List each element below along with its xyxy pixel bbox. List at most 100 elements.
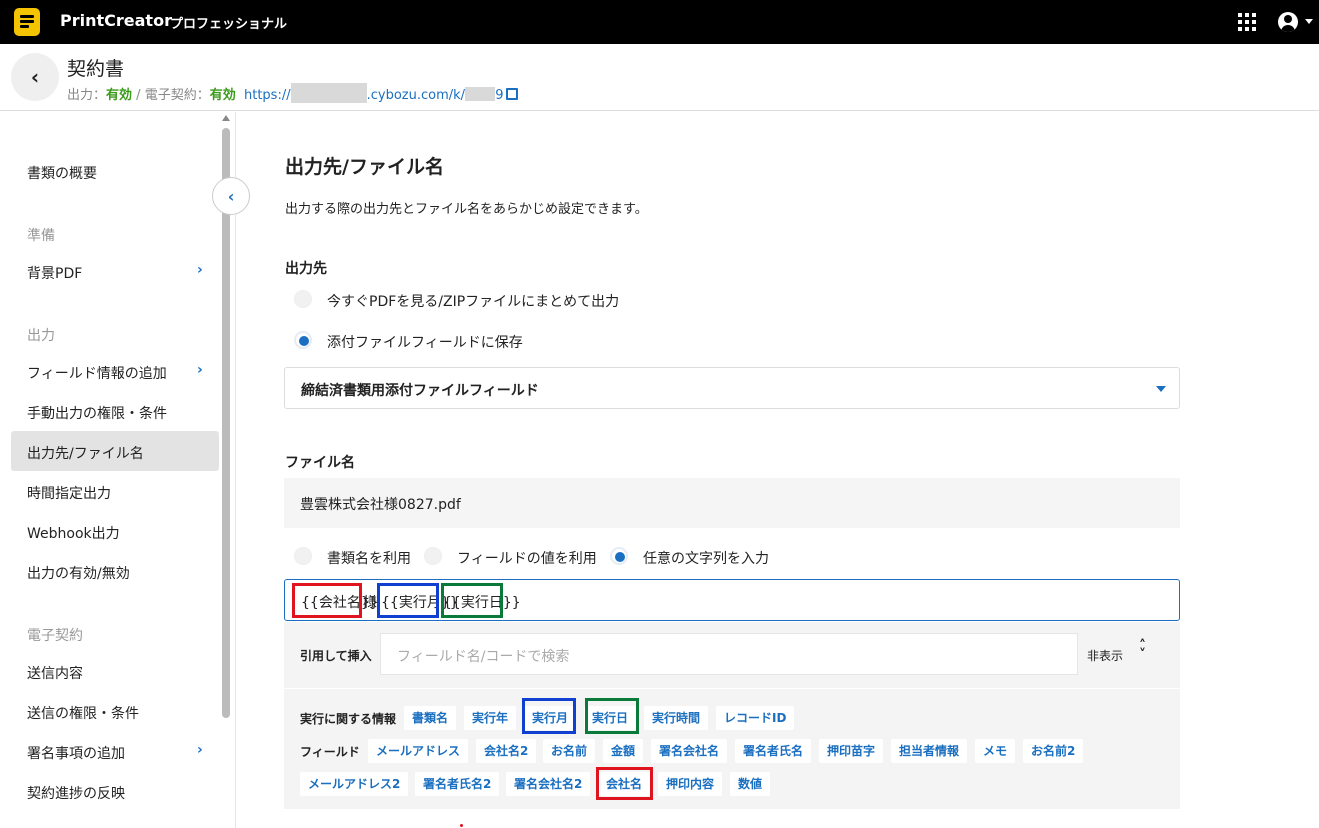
sidebar-item-manual-permission[interactable]: 手動出力の権限・条件 <box>27 403 167 423</box>
chip-exec-docname[interactable]: 書類名 <box>404 706 457 730</box>
collapse-sidebar-button[interactable]: ‹ <box>212 177 250 215</box>
chip-field-email[interactable]: メールアドレス <box>368 739 469 763</box>
radio-filename-custom[interactable] <box>610 547 628 565</box>
document-title: 契約書 <box>67 58 125 80</box>
highlight-box-red <box>596 767 653 800</box>
esign-status-value: 有効 <box>209 88 236 103</box>
sidebar-section-prep: 準備 <box>27 228 55 244</box>
url-prefix: https:// <box>243 88 291 103</box>
sidebar-item-send-content[interactable]: 送信内容 <box>27 663 83 683</box>
page-description: 出力する際の出力先とファイル名をあらかじめ設定できます。 <box>285 202 648 217</box>
printcreator-logo-icon <box>14 8 40 36</box>
highlight-box-blue <box>377 583 439 618</box>
chip-field-memo[interactable]: メモ <box>975 739 1016 763</box>
url-suffix: 9 <box>495 88 504 103</box>
filename-label: ファイル名 <box>285 455 355 471</box>
sidebar-item-send-permission[interactable]: 送信の権限・条件 <box>27 703 139 723</box>
sidebar-item-webhook[interactable]: Webhook出力 <box>27 523 120 543</box>
chip-field-signer-name[interactable]: 署名者氏名 <box>735 739 812 763</box>
template-text-sama: 様 <box>363 595 377 611</box>
chip-exec-time[interactable]: 実行時間 <box>644 706 709 730</box>
radio-filename-fieldvalue-label[interactable]: フィールドの値を利用 <box>457 548 597 568</box>
chip-field-name2[interactable]: お名前2 <box>1023 739 1084 763</box>
chevron-right-icon[interactable]: › <box>197 362 203 378</box>
chip-field-name[interactable]: お名前 <box>543 739 596 763</box>
scroll-up-arrow-icon[interactable] <box>222 115 230 121</box>
insert-label: 引用して挿入 <box>300 649 372 663</box>
sidebar-item-sign-add[interactable]: 署名事項の追加 <box>27 743 125 763</box>
destination-label: 出力先 <box>285 261 327 277</box>
chip-field-sign-company[interactable]: 署名会社名 <box>651 739 728 763</box>
insert-panel: 引用して挿入 フィールド名/コードで検索 非表示 ˄ ˅ <box>284 622 1180 688</box>
sidebar-item-field-add[interactable]: フィールド情報の追加 <box>27 363 167 383</box>
field-search-input[interactable]: フィールド名/コードで検索 <box>380 633 1078 675</box>
chevron-left-icon: ‹ <box>30 65 40 89</box>
sidebar-item-destination-filename[interactable]: 出力先/ファイル名 <box>27 443 144 463</box>
back-button[interactable]: ‹ <box>11 53 59 101</box>
document-header: ‹ 契約書 出力：有効 / 電子契約：有効 https://.cybozu.co… <box>0 44 1319 111</box>
chip-panel: 実行に関する情報 書類名 実行年 実行月 実行日 実行時間 レコードID フィー… <box>284 689 1180 809</box>
chip-field-amount[interactable]: 金額 <box>603 739 644 763</box>
sidebar-item-scheduled-output[interactable]: 時間指定出力 <box>27 483 111 503</box>
sidebar-section-esign: 電子契約 <box>27 628 83 644</box>
redacted-block <box>290 83 367 103</box>
external-link-icon[interactable] <box>505 88 518 100</box>
chip-field-staff-info[interactable]: 担当者情報 <box>891 739 968 763</box>
app-url-link[interactable]: https:// .cybozu.com/k/1 9 <box>243 83 504 103</box>
radio-filename-docname-label[interactable]: 書類名を利用 <box>327 548 411 568</box>
collapse-chevrons-icon[interactable]: ˄ ˅ <box>1139 639 1146 662</box>
app-grid-icon[interactable] <box>1238 13 1256 31</box>
radio-filename-fieldvalue[interactable] <box>424 547 442 565</box>
output-status-label: 出力： <box>67 88 107 103</box>
field-search-placeholder: フィールド名/コードで検索 <box>397 649 570 665</box>
highlight-box-blue <box>522 698 576 734</box>
sidebar-section-output: 出力 <box>27 328 55 344</box>
filename-preview: 豊雲株式会社様0827.pdf <box>284 478 1180 528</box>
sidebar-item-progress[interactable]: 契約進捗の反映 <box>27 783 125 803</box>
sidebar-scrollbar[interactable] <box>222 128 230 718</box>
sidebar-item-enable[interactable]: 出力の有効/無効 <box>27 563 130 583</box>
radio-dest-attachment-label[interactable]: 添付ファイルフィールドに保存 <box>327 332 523 352</box>
chevron-right-icon[interactable]: › <box>197 262 203 278</box>
user-avatar-icon[interactable] <box>1278 12 1298 32</box>
chip-field-sign-company2[interactable]: 署名会社名2 <box>506 772 591 796</box>
chip-field-signer-name2[interactable]: 署名者氏名2 <box>415 772 500 796</box>
esign-status-label: 電子契約： <box>144 88 210 103</box>
sidebar-item-background-pdf[interactable]: 背景PDF <box>27 263 82 283</box>
red-dot-marker <box>460 824 463 827</box>
hide-button[interactable]: 非表示 <box>1087 647 1123 664</box>
edition-label: プロフェッショナル <box>170 17 288 32</box>
radio-filename-docname[interactable] <box>294 547 312 565</box>
field-label: フィールド <box>300 745 360 759</box>
top-bar: PrintCreator プロフェッショナル <box>0 0 1319 44</box>
url-middle: .cybozu.com/k/1 <box>366 88 474 103</box>
radio-dest-attachment[interactable] <box>294 331 312 349</box>
sidebar-divider <box>235 112 236 828</box>
chip-field-number[interactable]: 数値 <box>730 772 771 796</box>
chip-exec-record-id[interactable]: レコードID <box>716 706 795 730</box>
attachment-field-select[interactable]: 締結済書類用添付ファイルフィールド <box>284 367 1180 409</box>
radio-filename-custom-label[interactable]: 任意の文字列を入力 <box>643 548 769 568</box>
redacted-block <box>465 87 496 101</box>
output-status-value: 有効 <box>106 88 133 103</box>
chip-field-email2[interactable]: メールアドレス2 <box>300 772 409 796</box>
dropdown-caret-icon <box>1156 386 1166 392</box>
chip-exec-year[interactable]: 実行年 <box>464 706 517 730</box>
chip-field-seal-surname[interactable]: 押印苗字 <box>819 739 884 763</box>
radio-dest-pdf-zip-label[interactable]: 今すぐPDFを見る/ZIPファイルにまとめて出力 <box>327 291 619 311</box>
page-title: 出力先/ファイル名 <box>285 156 444 178</box>
document-status: 出力：有効 / 電子契約：有効 https://.cybozu.com/k/1 9 <box>67 83 518 103</box>
filename-preview-text: 豊雲株式会社様0827.pdf <box>300 497 461 513</box>
exec-info-label: 実行に関する情報 <box>300 712 397 726</box>
chevron-left-icon: ‹ <box>227 186 235 206</box>
sidebar-item-overview[interactable]: 書類の概要 <box>27 163 97 183</box>
radio-dest-pdf-zip[interactable] <box>294 290 312 308</box>
chip-field-company2[interactable]: 会社名2 <box>476 739 537 763</box>
highlight-box-red <box>292 583 362 618</box>
app-name: PrintCreator <box>60 11 172 30</box>
sidebar: 書類の概要 準備 背景PDF › 出力 フィールド情報の追加 › 手動出力の権限… <box>0 112 236 828</box>
highlight-box-green <box>585 698 639 734</box>
chip-field-seal-content[interactable]: 押印内容 <box>658 772 723 796</box>
user-menu-caret-icon[interactable] <box>1305 19 1313 24</box>
chevron-right-icon[interactable]: › <box>197 742 203 758</box>
